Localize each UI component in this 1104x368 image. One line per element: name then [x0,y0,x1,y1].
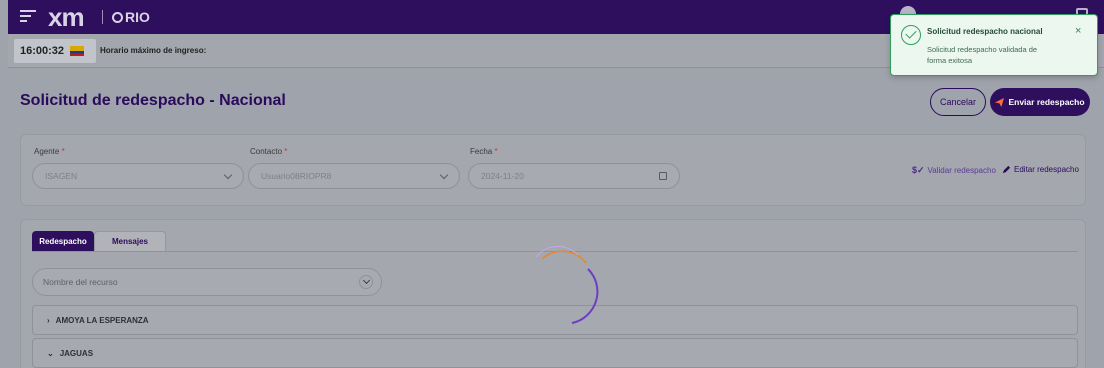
rio-ring-icon [112,11,123,23]
editar-redespacho-link[interactable]: Editar redespacho [1002,165,1079,174]
accordion-label: AMOYA LA ESPERANZA [55,315,149,325]
resource-placeholder: Nombre del recurso [43,277,118,287]
rio-logo: RIO [112,9,150,25]
app-name: RIO [125,9,150,25]
send-icon [995,97,1005,107]
fecha-label: Fecha * [470,147,498,156]
clock-badge: 16:00:32 [14,39,96,63]
xm-logo: xm [48,2,85,32]
cancel-button[interactable]: Cancelar [930,88,986,116]
page-title: Solicitud de redespacho - Nacional [20,92,286,109]
contacto-select[interactable]: Usuario08RIOPR8 [248,163,460,189]
contacto-label: Contacto * [250,147,288,156]
menu-icon[interactable] [20,10,36,24]
tab-mensajes[interactable]: Mensajes [94,231,166,251]
editar-label: Editar redespacho [1014,165,1079,174]
chevron-down-icon: ⌄ [47,348,54,358]
fecha-input[interactable]: 2024-11-20 [468,163,680,189]
validar-redespacho-link[interactable]: $✓ Validar redespacho [912,165,996,176]
accordion-jaguas[interactable]: ⌄ JAGUAS [32,338,1078,368]
logo-divider [102,10,103,24]
tab-redespacho[interactable]: Redespacho [32,231,94,251]
success-toast: Solicitud redespacho nacional Solicitud … [890,14,1098,76]
agente-label: Agente * [34,147,65,156]
agente-value: ISAGEN [45,171,78,181]
chevron-right-icon: › [47,315,50,325]
colombia-flag-icon [70,46,85,56]
dollar-check-icon: $✓ [912,165,925,175]
check-circle-icon [901,25,921,45]
send-redespacho-button[interactable]: Enviar redespacho [990,88,1090,116]
spinner-arc-orange [541,250,587,264]
toast-message: Solicitud redespacho validada de forma e… [927,45,1038,66]
close-icon[interactable]: × [1075,25,1081,37]
accordion-label: JAGUAS [59,348,94,358]
resource-select[interactable]: Nombre del recurso [32,268,382,296]
chevron-down-icon [359,275,373,289]
contacto-value: Usuario08RIOPR8 [261,171,332,181]
fecha-value: 2024-11-20 [481,171,524,181]
horario-label: Horario máximo de ingreso: [100,46,207,55]
toast-title: Solicitud redespacho nacional [927,27,1043,36]
agente-select[interactable]: ISAGEN [32,163,244,189]
calendar-icon [659,172,667,180]
validar-label: Validar redespacho [927,166,996,175]
send-redespacho-label: Enviar redespacho [1008,97,1085,107]
chevron-down-icon [439,170,449,180]
pencil-icon [1002,165,1011,174]
loading-spinner [535,245,599,324]
chevron-down-icon [223,170,233,180]
spinner-arc-purple [571,268,599,324]
current-time: 16:00:32 [20,45,65,57]
